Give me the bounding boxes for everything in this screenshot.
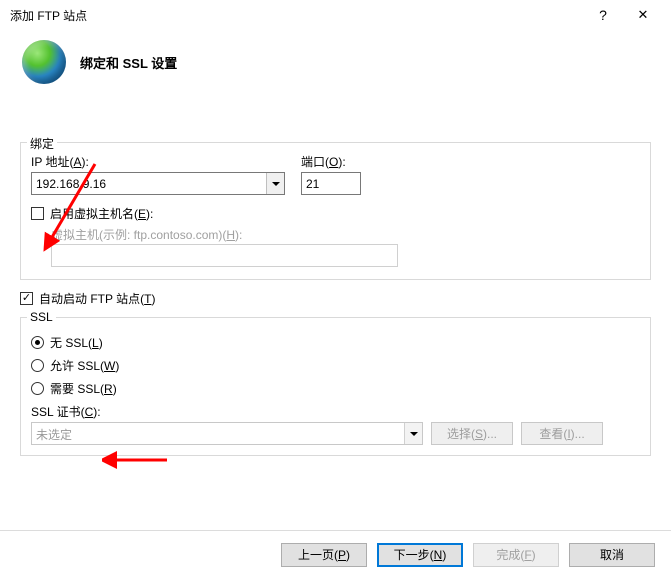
binding-legend: 绑定 xyxy=(27,135,57,152)
next-button[interactable]: 下一步(N) xyxy=(377,543,463,567)
dialog-header: 绑定和 SSL 设置 xyxy=(0,30,671,88)
wizard-footer: 上一页(P) 下一步(N) 完成(F) 取消 xyxy=(0,530,671,578)
enable-vhost-checkbox[interactable] xyxy=(31,207,44,220)
finish-button: 完成(F) xyxy=(473,543,559,567)
select-cert-button: 选择(S)... xyxy=(431,422,513,445)
cert-dropdown-button[interactable] xyxy=(404,423,422,444)
allow-ssl-radio[interactable] xyxy=(31,359,44,372)
cancel-button[interactable]: 取消 xyxy=(569,543,655,567)
ip-address-label: IP 地址(A): xyxy=(31,153,285,170)
port-input[interactable] xyxy=(301,172,361,195)
no-ssl-label: 无 SSL(L) xyxy=(50,334,103,351)
allow-ssl-label: 允许 SSL(W) xyxy=(50,357,119,374)
require-ssl-radio[interactable] xyxy=(31,382,44,395)
vhost-hint-label: 虚拟主机(示例: ftp.contoso.com)(H): xyxy=(51,226,640,243)
port-label: 端口(O): xyxy=(301,153,361,170)
no-ssl-radio[interactable] xyxy=(31,336,44,349)
titlebar: 添加 FTP 站点 ? ✕ xyxy=(0,0,671,30)
chevron-down-icon xyxy=(410,432,418,436)
chevron-down-icon xyxy=(272,182,280,186)
page-title: 绑定和 SSL 设置 xyxy=(80,53,177,72)
ssl-cert-label: SSL 证书(C): xyxy=(31,405,101,419)
ssl-cert-dropdown[interactable]: 未选定 xyxy=(31,422,423,445)
autostart-label: 自动启动 FTP 站点(T) xyxy=(39,290,155,307)
close-button[interactable]: ✕ xyxy=(623,1,663,29)
ip-dropdown-button[interactable] xyxy=(266,173,284,194)
vhost-input xyxy=(51,244,398,267)
require-ssl-label: 需要 SSL(R) xyxy=(50,380,117,397)
ssl-legend: SSL xyxy=(27,310,56,324)
help-button[interactable]: ? xyxy=(583,1,623,29)
prev-button[interactable]: 上一页(P) xyxy=(281,543,367,567)
ip-address-input[interactable] xyxy=(32,173,266,194)
globe-icon xyxy=(22,40,66,84)
ssl-fieldset: SSL 无 SSL(L) 允许 SSL(W) 需要 SSL(R) SSL 证书(… xyxy=(20,317,651,456)
view-cert-button: 查看(I)... xyxy=(521,422,603,445)
ssl-cert-value: 未选定 xyxy=(32,423,404,444)
autostart-checkbox[interactable] xyxy=(20,292,33,305)
enable-vhost-label: 启用虚拟主机名(E): xyxy=(50,205,153,222)
window-title: 添加 FTP 站点 xyxy=(10,7,583,24)
ip-address-dropdown[interactable] xyxy=(31,172,285,195)
binding-fieldset: 绑定 IP 地址(A): 端口(O): 启用虚拟主机名(E): 虚拟主机(示例:… xyxy=(20,142,651,280)
